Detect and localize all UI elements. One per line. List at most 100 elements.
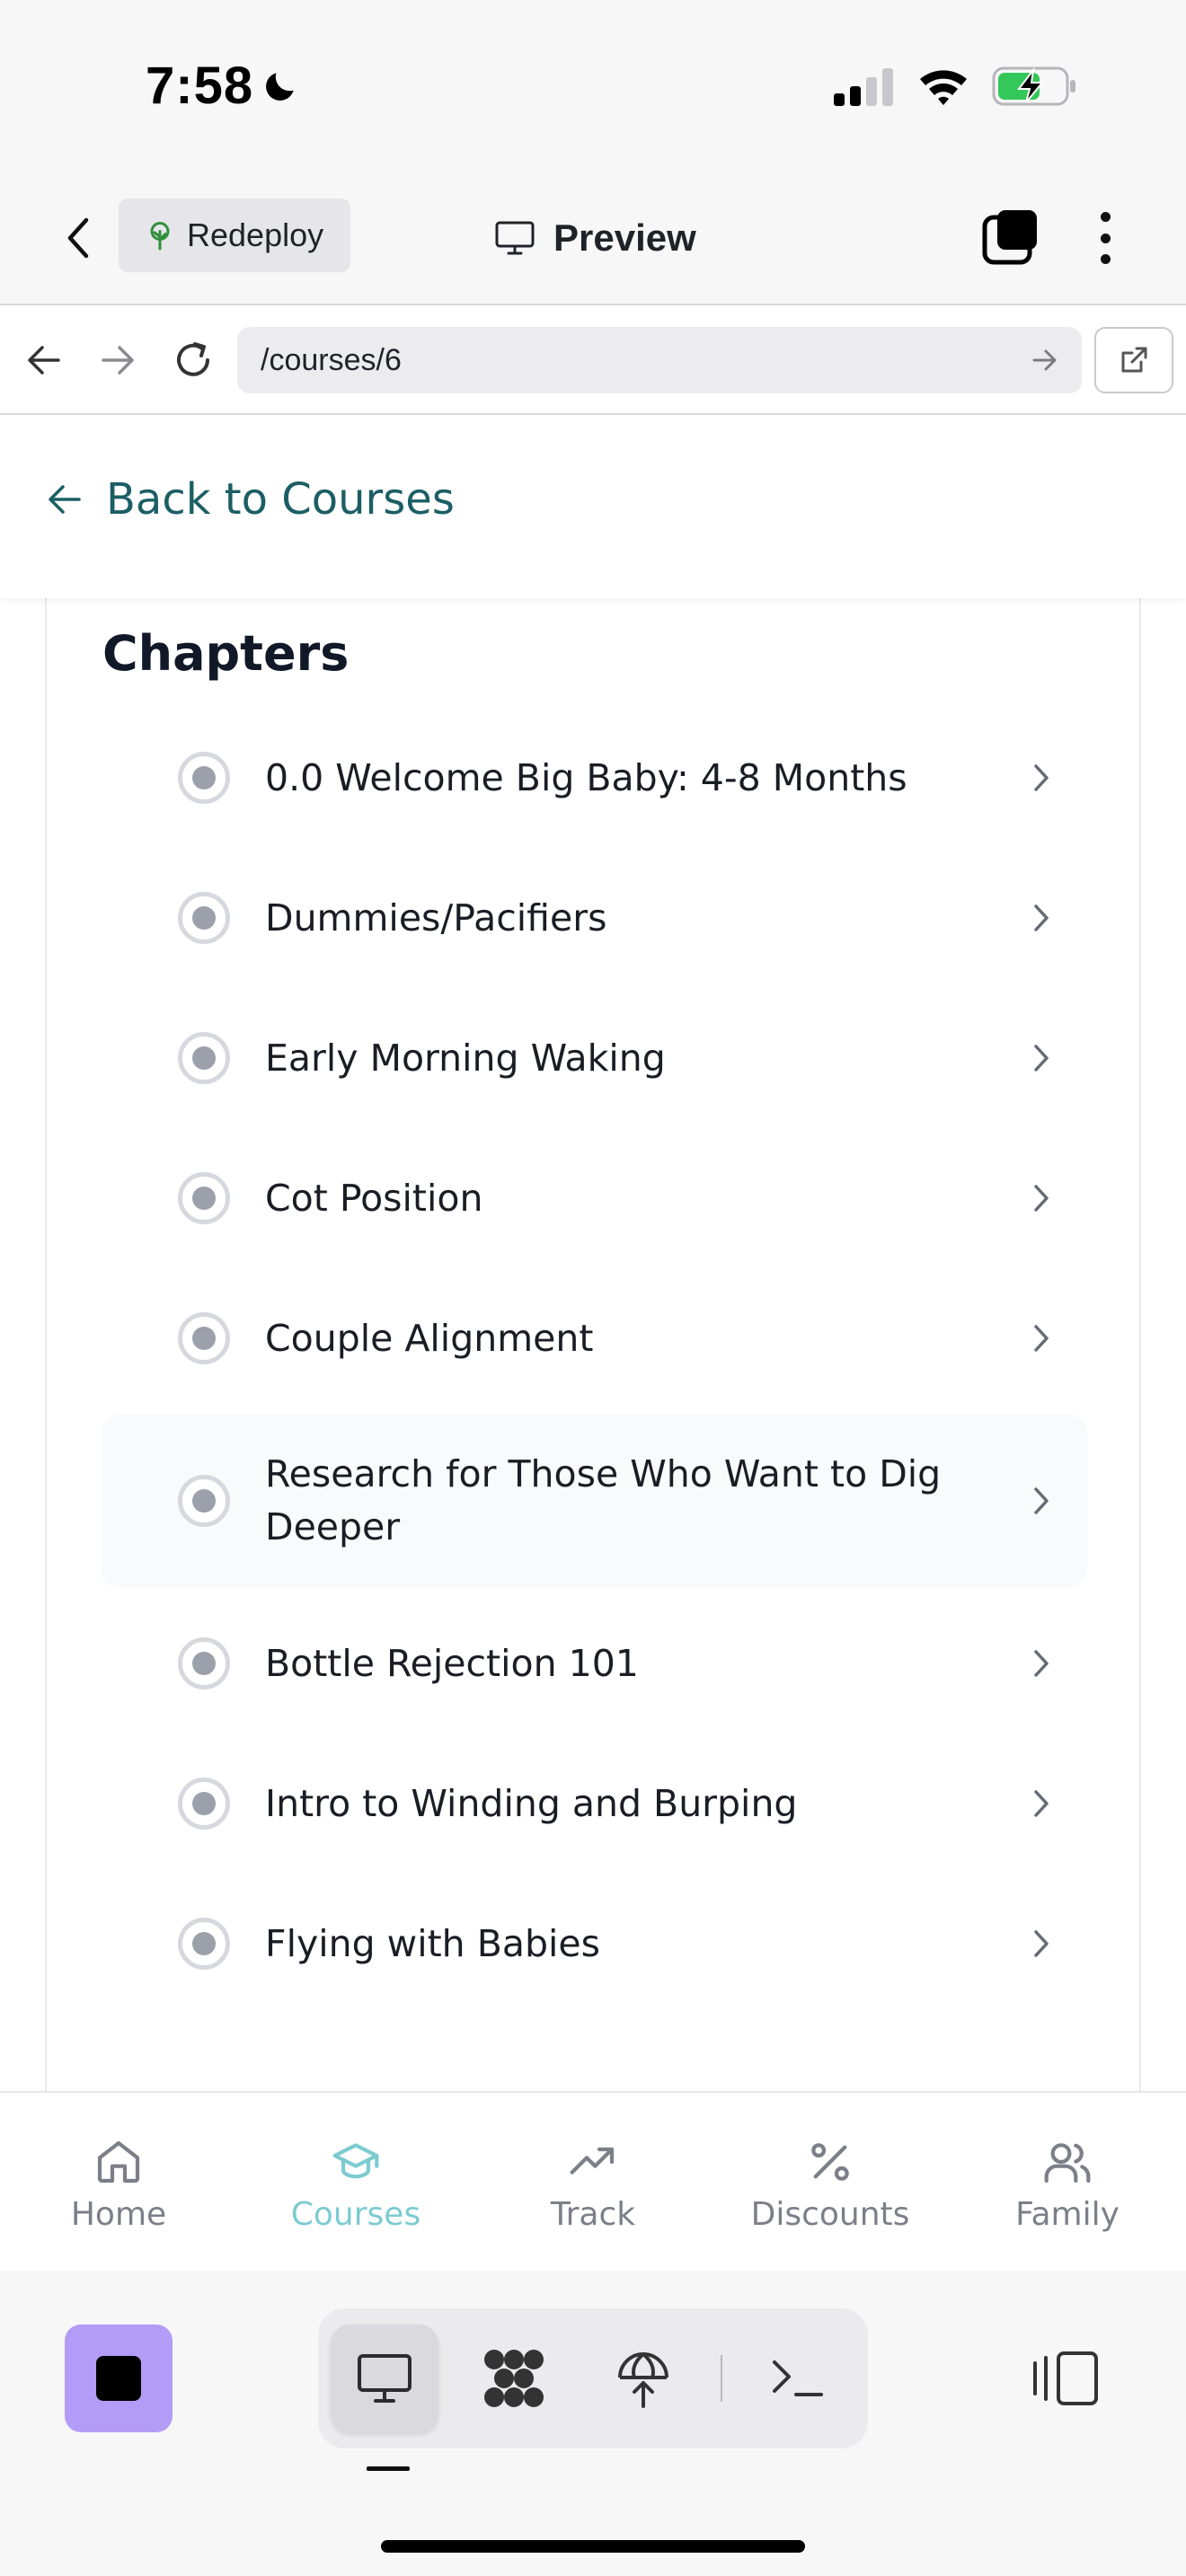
chapter-title: Dummies/Pacifiers [265,895,607,940]
moon-icon [266,72,294,101]
chapter-title: Research for Those Who Want to Dig Deepe… [265,1452,942,1548]
chevron-right-icon [1026,1645,1057,1681]
chevron-right-icon [1026,1040,1057,1076]
back-button[interactable] [56,208,101,268]
trending-up-icon [570,2147,615,2175]
url-input[interactable]: /courses/6 [237,327,1082,393]
nav-track[interactable]: Track [474,2093,712,2271]
chapter-item[interactable]: 0.0 Welcome Big Baby: 4-8 Months [101,708,1087,848]
bottom-navigation: Home Courses Track Discounts Family [0,2091,1186,2271]
kebab-dot-icon [1100,212,1111,222]
chapter-item[interactable]: Bottle Rejection 101 [101,1593,1087,1734]
nav-family[interactable]: Family [949,2093,1186,2271]
monitor-icon [495,221,535,255]
preview-tool-button[interactable] [331,2325,438,2432]
chevron-right-icon [1026,760,1057,796]
browser-forward-button[interactable] [90,332,146,388]
terminal-icon [773,2360,823,2396]
arrow-left-icon [28,346,60,375]
chapter-item[interactable]: Couple Alignment [101,1268,1087,1408]
chapter-item[interactable]: Intro to Winding and Burping [101,1734,1087,1874]
wifi-icon [920,70,967,105]
chapter-status-icon [178,892,230,944]
deploy-tool-button[interactable] [589,2325,697,2432]
chapter-item[interactable]: Cot Position [101,1128,1087,1268]
dev-tools-group [318,2308,868,2448]
nav-home[interactable]: Home [0,2093,237,2271]
go-arrow-icon[interactable] [1031,348,1058,372]
reload-icon [177,342,209,376]
chapters-heading: Chapters [102,625,350,682]
chapter-title: Intro to Winding and Burping [265,1781,798,1825]
more-options-button[interactable] [1083,207,1128,269]
chapter-status-icon [178,1918,230,1970]
agent-tool-button[interactable] [460,2325,568,2432]
home-icon [97,2140,140,2183]
deploy-globe-icon [618,2352,668,2408]
kebab-dot-icon [1100,254,1111,264]
preview-top-bar: Redeploy Preview [0,171,1186,305]
chapter-title: Cot Position [265,1176,483,1220]
chevron-right-icon [1026,900,1057,936]
chevron-right-icon [1026,1483,1057,1519]
chapter-title: 0.0 Welcome Big Baby: 4-8 Months [265,755,907,799]
chapter-list: 0.0 Welcome Big Baby: 4-8 Months Dummies… [101,708,1087,2014]
chapter-title: Couple Alignment [265,1316,594,1360]
chevron-right-icon [1026,1180,1057,1216]
stop-button[interactable] [65,2325,173,2432]
split-panel-icon [1033,2351,1098,2405]
chapter-status-icon [178,1637,230,1689]
shell-tool-button[interactable] [744,2325,852,2432]
chapter-status-icon [178,752,230,804]
back-to-courses-link[interactable]: Back to Courses [47,474,455,525]
stop-icon [96,2356,141,2401]
chapter-item[interactable]: Early Morning Waking [101,988,1087,1128]
arrow-left-icon [49,485,81,514]
chapter-status-icon [178,1475,230,1527]
back-to-courses-label: Back to Courses [106,474,455,525]
chevron-left-icon [67,217,89,259]
course-content: Chapters 0.0 Welcome Big Baby: 4-8 Month… [0,598,1186,2091]
chapter-status-icon [178,1778,230,1830]
graduation-cap-icon [332,2142,379,2178]
chapter-status-icon [178,1172,230,1224]
preview-label: Preview [553,216,696,259]
dev-toolbar [0,2271,1186,2576]
reload-button[interactable] [165,332,221,388]
deploy-tree-icon [150,222,170,251]
app-header: Back to Courses [0,415,1186,598]
chapters-card: Chapters 0.0 Welcome Big Baby: 4-8 Month… [45,598,1141,2091]
chapter-title: Flying with Babies [265,1921,600,1965]
tabs-icon [982,210,1037,265]
nav-family-label: Family [1015,2195,1120,2233]
redeploy-label: Redeploy [187,216,324,253]
toolbar-divider [721,2355,722,2402]
chevron-right-icon [1026,1926,1057,1962]
redeploy-button[interactable]: Redeploy [119,198,351,272]
chapter-item[interactable]: Dummies/Pacifiers [101,848,1087,988]
open-external-button[interactable] [1094,327,1173,393]
kebab-dot-icon [1100,233,1111,243]
url-text: /courses/6 [261,342,402,377]
external-link-icon [1121,347,1147,373]
monitor-icon [358,2354,412,2403]
tabs-button[interactable] [981,208,1040,268]
nav-discounts[interactable]: Discounts [712,2093,949,2271]
chevron-right-icon [1026,1320,1057,1356]
nav-courses[interactable]: Courses [237,2093,474,2271]
chapter-item[interactable]: Flying with Babies [101,1874,1087,2014]
percent-icon [811,2142,849,2181]
arrow-right-icon [102,346,134,375]
chapter-item[interactable]: Research for Those Who Want to Dig Deepe… [101,1414,1087,1588]
layout-toggle-button[interactable] [1031,2344,1100,2413]
status-indicators [832,65,1078,108]
chapter-title: Early Morning Waking [265,1036,666,1080]
chapter-status-icon [178,1032,230,1084]
chapter-title: Bottle Rejection 101 [265,1641,639,1685]
battery-charging-icon [992,66,1075,106]
chapter-status-icon [178,1312,230,1364]
signal-icon [834,68,893,106]
nav-discounts-label: Discounts [750,2195,910,2233]
browser-back-button[interactable] [16,332,72,388]
nav-track-label: Track [550,2195,636,2233]
